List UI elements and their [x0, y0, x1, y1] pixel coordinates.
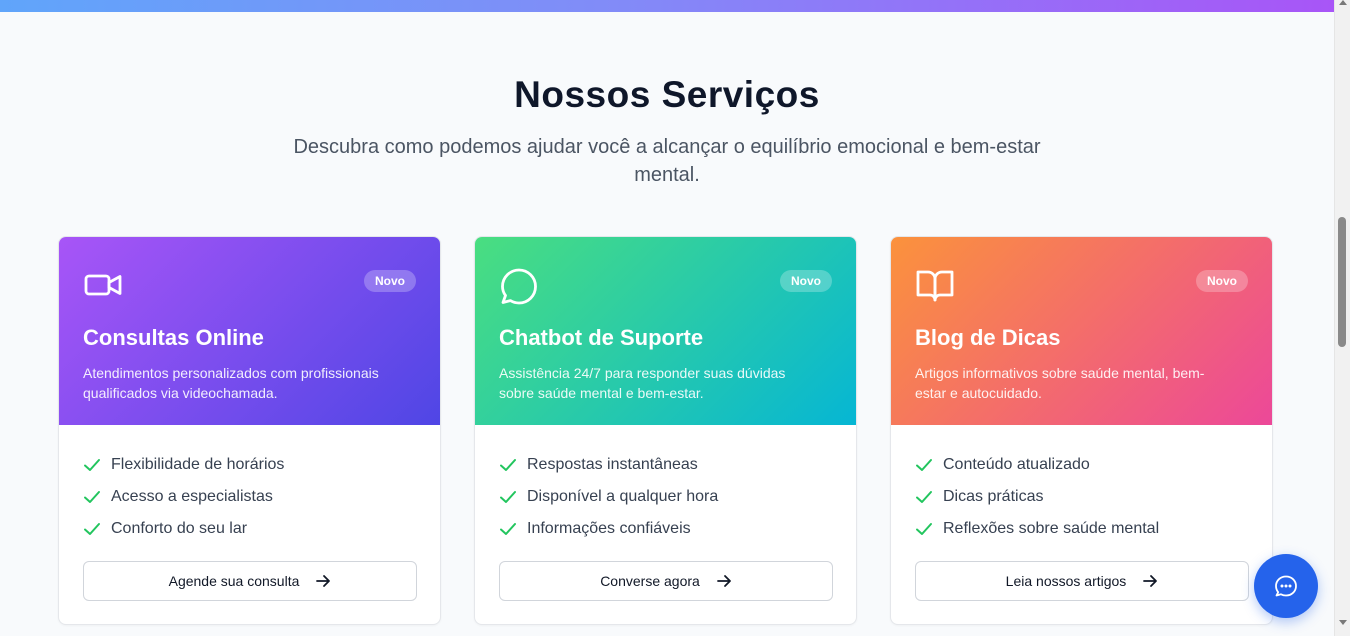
check-icon — [500, 491, 516, 503]
read-articles-button[interactable]: Leia nossos artigos — [915, 561, 1249, 601]
feature-item: Informações confiáveis — [499, 513, 718, 545]
card-header: Novo Chatbot de Suporte Assistência 24/7… — [475, 237, 856, 425]
chat-floating-button[interactable] — [1254, 554, 1318, 618]
check-icon — [84, 491, 100, 503]
chat-now-button[interactable]: Converse agora — [499, 561, 833, 601]
feature-item: Acesso a especialistas — [83, 481, 284, 513]
feature-label: Reflexões sobre saúde mental — [943, 520, 1160, 537]
feature-list: Flexibilidade de horários Acesso a espec… — [83, 449, 284, 545]
check-icon — [916, 491, 932, 503]
open-book-icon — [915, 265, 955, 305]
top-gradient-bar — [0, 0, 1334, 12]
service-card-consultas: Novo Consultas Online Atendimentos perso… — [58, 236, 441, 625]
arrow-right-icon — [1143, 575, 1158, 587]
section-title: Nossos Serviços — [514, 74, 820, 115]
card-description: Assistência 24/7 para responder suas dúv… — [499, 365, 786, 401]
chat-dots-icon — [1275, 575, 1297, 597]
card-title: Chatbot de Suporte — [499, 325, 704, 350]
arrow-right-icon — [716, 575, 731, 587]
cta-label: Agende sua consulta — [168, 573, 300, 589]
chat-bubble-icon — [499, 265, 539, 305]
feature-item: Conteúdo atualizado — [915, 449, 1159, 481]
feature-list: Respostas instantâneas Disponível a qual… — [499, 449, 718, 545]
schedule-consultation-button[interactable]: Agende sua consulta — [83, 561, 417, 601]
check-icon — [916, 523, 932, 535]
feature-label: Disponível a qualquer hora — [527, 488, 719, 505]
feature-label: Acesso a especialistas — [111, 488, 273, 505]
card-title: Blog de Dicas — [915, 325, 1061, 350]
cta-label: Converse agora — [600, 573, 700, 589]
feature-label: Conteúdo atualizado — [943, 456, 1090, 473]
feature-item: Disponível a qualquer hora — [499, 481, 718, 513]
feature-label: Informações confiáveis — [527, 520, 691, 537]
check-icon — [500, 523, 516, 535]
check-icon — [916, 459, 932, 471]
feature-list: Conteúdo atualizado Dicas práticas Refle… — [915, 449, 1159, 545]
feature-label: Dicas práticas — [943, 488, 1044, 505]
feature-label: Respostas instantâneas — [527, 456, 698, 473]
feature-item: Conforto do seu lar — [83, 513, 284, 545]
new-badge: Novo — [1196, 270, 1248, 292]
cta-label: Leia nossos artigos — [1005, 573, 1127, 589]
card-header: Novo Blog de Dicas Artigos informativos … — [891, 237, 1272, 425]
arrow-right-icon — [316, 575, 331, 587]
feature-label: Flexibilidade de horários — [111, 456, 285, 473]
service-card-chatbot: Novo Chatbot de Suporte Assistência 24/7… — [474, 236, 857, 625]
service-card-blog: Novo Blog de Dicas Artigos informativos … — [890, 236, 1273, 625]
scroll-up-arrow[interactable] — [1339, 0, 1347, 5]
new-badge: Novo — [364, 270, 416, 292]
new-badge: Novo — [780, 270, 832, 292]
scroll-down-arrow[interactable] — [1339, 620, 1347, 625]
vertical-scrollbar[interactable] — [1334, 0, 1350, 636]
video-camera-icon — [83, 265, 123, 305]
check-icon — [84, 459, 100, 471]
card-description: Artigos informativos sobre saúde mental,… — [915, 365, 1205, 401]
feature-label: Conforto do seu lar — [111, 520, 248, 537]
card-header: Novo Consultas Online Atendimentos perso… — [59, 237, 440, 425]
scrollbar-thumb[interactable] — [1338, 217, 1346, 347]
feature-item: Reflexões sobre saúde mental — [915, 513, 1159, 545]
card-title: Consultas Online — [83, 325, 264, 350]
feature-item: Respostas instantâneas — [499, 449, 718, 481]
card-description: Atendimentos personalizados com profissi… — [83, 365, 379, 401]
feature-item: Flexibilidade de horários — [83, 449, 284, 481]
check-icon — [84, 523, 100, 535]
section-subtitle: Descubra como podemos ajudar você a alca… — [293, 136, 1041, 186]
check-icon — [500, 459, 516, 471]
feature-item: Dicas práticas — [915, 481, 1159, 513]
